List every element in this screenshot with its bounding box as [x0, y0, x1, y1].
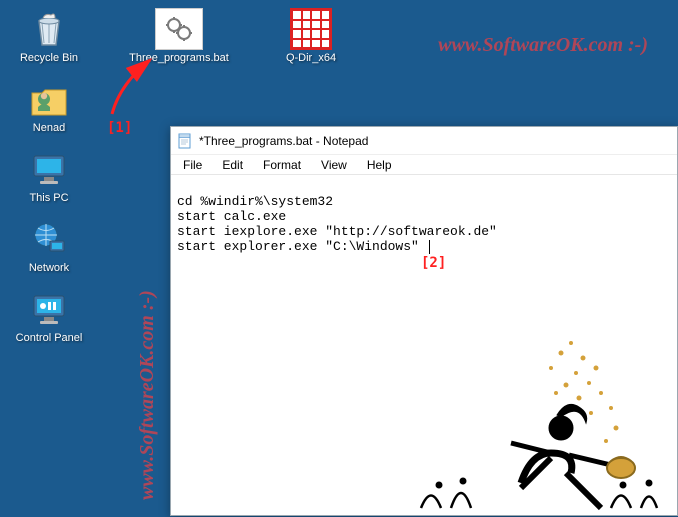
window-title: *Three_programs.bat - Notepad: [199, 134, 368, 148]
notepad-icon: [177, 133, 193, 149]
recycle-bin-icon[interactable]: Recycle Bin: [10, 8, 88, 64]
text-editor-area[interactable]: cd %windir%\system32 start calc.exe star…: [171, 175, 677, 515]
trash-icon: [25, 8, 73, 50]
editor-line: cd %windir%\system32: [177, 194, 333, 209]
icon-label: Three_programs.bat: [129, 52, 229, 64]
qdir-icon: [287, 8, 335, 50]
icon-label: Control Panel: [16, 332, 83, 344]
qdir-shortcut-icon[interactable]: Q-Dir_x64: [272, 8, 350, 64]
menu-view[interactable]: View: [313, 157, 355, 173]
annotation-arrow-icon: [100, 54, 170, 124]
icon-label: Recycle Bin: [20, 52, 78, 64]
monitor-icon: [25, 148, 73, 190]
batch-file-icon[interactable]: Three_programs.bat: [124, 8, 234, 64]
icon-label: Q-Dir_x64: [286, 52, 336, 64]
person-folder-icon: [25, 78, 73, 120]
icon-label: This PC: [29, 192, 68, 204]
editor-line: start calc.exe: [177, 209, 286, 224]
annotation-two: [2]: [421, 255, 446, 271]
titlebar[interactable]: *Three_programs.bat - Notepad: [171, 127, 677, 155]
desktop-top-row: Three_programs.bat Q-Dir_x64: [124, 8, 350, 64]
menubar: File Edit Format View Help: [171, 155, 677, 175]
control-panel-glyph-icon: [25, 288, 73, 330]
control-panel-icon[interactable]: Control Panel: [10, 288, 88, 344]
icon-label: Nenad: [33, 122, 65, 134]
watermark-text: www.SoftwareOK.com :-): [438, 34, 648, 57]
desktop-icon-column: Recycle Bin Nenad This PC: [10, 8, 88, 344]
menu-file[interactable]: File: [175, 157, 210, 173]
menu-format[interactable]: Format: [255, 157, 309, 173]
user-folder-icon[interactable]: Nenad: [10, 78, 88, 134]
editor-line: start explorer.exe "C:\Windows": [177, 239, 427, 254]
watermark-text: www.SoftwareOK.com :-): [136, 290, 159, 500]
bat-file-icon: [155, 8, 203, 50]
annotation-one: [1]: [107, 120, 132, 136]
menu-help[interactable]: Help: [359, 157, 400, 173]
globe-network-icon: [25, 218, 73, 260]
decorative-doodle-icon: [411, 313, 671, 513]
icon-label: Network: [29, 262, 69, 274]
this-pc-icon[interactable]: This PC: [10, 148, 88, 204]
text-cursor: [429, 240, 430, 254]
editor-line: start iexplore.exe "http://softwareok.de…: [177, 224, 497, 239]
notepad-window[interactable]: *Three_programs.bat - Notepad File Edit …: [170, 126, 678, 516]
network-icon[interactable]: Network: [10, 218, 88, 274]
menu-edit[interactable]: Edit: [214, 157, 251, 173]
